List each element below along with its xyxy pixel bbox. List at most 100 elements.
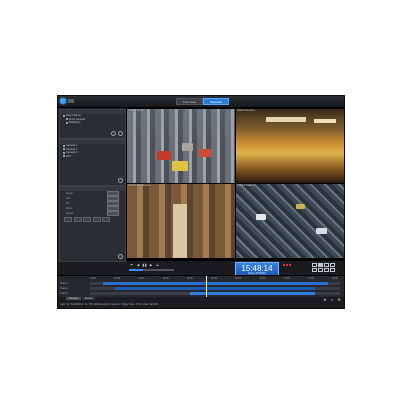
camera-list-panel: Camera 1 Camera 2 Camera 3 PTZ [59,139,126,186]
tab-playback[interactable]: Playback [202,98,229,105]
tick-label: 15:00 [186,277,193,280]
record-icon [289,264,291,266]
app-logo-icon[interactable] [60,98,66,104]
tick-label: 16:00 [235,277,242,280]
timeline-ticks: 13:00 13:30 14:00 14:30 15:00 15:30 16:0… [90,277,338,280]
ptz-left-button[interactable] [64,217,72,222]
titlebar: Live View Playback [58,96,344,108]
menu-icon[interactable] [68,99,74,103]
server-icon [63,114,65,117]
tick-label: 13:00 [90,277,96,280]
timeline-track[interactable] [90,287,340,290]
skip-back-button[interactable]: ⏮ [129,263,134,267]
scene-car [182,143,193,151]
camera-icon [63,148,65,151]
skip-forward-button[interactable]: ⏭ [155,263,160,267]
layout-custom-icon[interactable] [312,268,317,272]
scene-car [157,151,171,160]
panel-tools [118,178,123,183]
track-label: Track 2 [60,287,68,290]
recording-segment[interactable] [102,282,328,285]
export-icon[interactable] [330,268,335,272]
tab-events[interactable]: Events [81,297,96,300]
scene-sign [314,119,336,123]
layout-selector [312,263,335,272]
search-icon[interactable] [118,178,123,183]
device-tree-panel: Event Server Front Camera Building A [59,109,126,139]
layout-3x3-icon[interactable] [324,263,329,267]
recording-segment[interactable] [190,292,315,295]
search-icon[interactable] [111,131,116,136]
tick-label: 18:00 [331,277,338,280]
gear-icon[interactable]: ✲ [337,298,341,302]
ptz-icon [63,155,65,158]
scene-car [296,204,305,209]
camera-tile[interactable]: CAM 2 Grocery [235,108,344,184]
reverse-button[interactable]: ◀ [136,263,141,267]
recording-segment[interactable] [115,287,315,290]
list-item[interactable]: PTZ [60,155,125,159]
tick-label: 17:30 [307,277,314,280]
status-icons: ➤ ⌕ ✲ [323,298,341,302]
ptz-up-button[interactable] [83,217,91,222]
fullscreen-icon[interactable] [318,268,323,272]
track-label: Track 3 [60,292,68,295]
camera-label: CAM 2 Grocery [237,109,255,112]
folder-icon [66,121,68,124]
playback-controls: ⏮ ◀ ❚❚ ▶ ⏭ [129,263,160,267]
tab-live-view[interactable]: Live View [176,98,203,105]
vms-app-window: Live View Playback Event Server Front Ca… [57,95,345,309]
sidebar: Event Server Front Camera Building A Cam… [58,108,126,262]
tab-timeline[interactable]: Timeline [66,297,81,300]
field-label: Speed [66,212,73,215]
speed-field[interactable] [107,211,119,216]
layout-4x4-icon[interactable] [330,263,335,267]
video-grid: CAM 1 Street CAM 2 Grocery CAM 3 Warehou… [126,108,344,260]
tree-item-label: Building A [69,121,81,124]
timeline-tabs: Timeline Events [66,297,96,300]
tick-label: 14:30 [162,277,169,280]
track-label: Track 1 [60,282,68,285]
timeline-track[interactable] [90,292,340,295]
panel-tools [111,131,123,136]
tick-label: 16:30 [259,277,266,280]
scene-car [172,161,188,171]
timeline: 13:00 13:30 14:00 14:30 15:00 15:30 16:0… [58,275,344,298]
arrow-icon[interactable]: ➤ [323,298,327,302]
tick-label: 15:30 [210,277,217,280]
camera-tile[interactable]: CAM 4 Parking [235,183,344,259]
list-item-label: PTZ [66,154,71,158]
playback-bar: ⏮ ◀ ❚❚ ▶ ⏭ 15:48:14 Friday 10/2/2013 [126,260,344,276]
record-indicators [283,264,291,266]
layout-1x1-icon[interactable] [312,263,317,267]
scene-car [256,214,266,220]
settings-icon[interactable] [118,254,123,259]
camera-icon [63,144,65,147]
ptz-right-button[interactable] [73,217,82,222]
field-label: Pan [66,197,71,200]
camera-tile[interactable]: CAM 1 Street [126,108,236,184]
layout-2x2-icon[interactable] [318,263,323,267]
tick-label: 13:30 [114,277,121,280]
record-icon [286,264,288,266]
play-button[interactable]: ▶ [149,263,154,267]
speed-slider[interactable] [129,269,174,271]
search-icon[interactable]: ⌕ [330,298,334,302]
settings-icon[interactable] [118,131,123,136]
pause-button[interactable]: ❚❚ [142,263,147,267]
ptz-home-button[interactable] [102,217,110,222]
tick-label: 14:00 [138,277,145,280]
tick-label: 17:00 [283,277,290,280]
scene-car [316,228,327,234]
field-label: Tilt [66,202,70,205]
camera-icon [66,118,68,121]
timeline-track[interactable] [90,282,340,285]
timeline-cursor[interactable] [206,276,207,298]
camera-icon [63,151,65,154]
panel-tools [118,254,123,259]
ptz-down-button[interactable] [92,217,101,222]
ptz-buttons [60,216,125,223]
snapshot-icon[interactable] [324,268,329,272]
camera-tile[interactable]: CAM 3 Warehouse [126,183,236,259]
tree-item[interactable]: Building A [60,121,125,125]
